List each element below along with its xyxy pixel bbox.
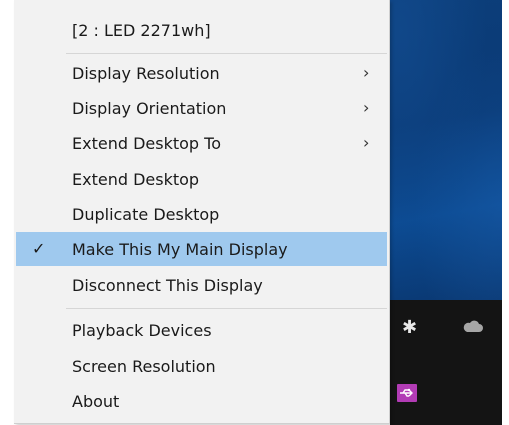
menu-item-display-orientation[interactable]: Display Orientation › [16,91,387,125]
menu-item-label: Duplicate Desktop [72,205,220,224]
menu-item-duplicate-desktop[interactable]: Duplicate Desktop [16,197,387,231]
menu-item-label: About [72,392,120,411]
menu-item-make-main-display[interactable]: ✓ Make This My Main Display [16,232,387,266]
menu-item-label: Extend Desktop [72,170,200,189]
menu-item-label: Make This My Main Display [72,240,288,259]
menu-header-label: [2 : LED 2271wh] [72,21,211,40]
menu-item-screen-resolution[interactable]: Screen Resolution [16,349,387,383]
display-context-menu: [2 : LED 2271wh] Display Resolution › Di… [14,0,390,424]
menu-item-label: Playback Devices [72,321,212,340]
menu-item-extend-desktop-to[interactable]: Extend Desktop To › [16,126,387,160]
desktop-wallpaper-light [390,0,502,300]
checkmark-icon: ✓ [32,239,46,258]
chevron-right-icon: › [363,63,370,82]
menu-item-label: Screen Resolution [72,357,216,376]
onedrive-cloud-icon[interactable] [462,318,484,338]
menu-item-label: Disconnect This Display [72,276,263,295]
chevron-right-icon: › [363,133,370,152]
chevron-right-icon: › [363,98,370,117]
menu-header-display-name: [2 : LED 2271wh] [16,13,387,47]
bluetooth-icon[interactable]: ✱ [402,319,417,337]
menu-separator [66,53,387,54]
menu-item-label: Display Orientation [72,99,227,118]
menu-item-about[interactable]: About [16,384,387,418]
menu-item-label: Display Resolution [72,64,220,83]
screen: ✱ [2 : LED 2271wh] Display Resolution › … [0,0,509,425]
menu-separator [66,308,387,309]
menu-item-disconnect-display[interactable]: Disconnect This Display [16,268,387,302]
menu-item-playback-devices[interactable]: Playback Devices [16,313,387,347]
menu-item-label: Extend Desktop To [72,134,221,153]
usb-display-icon[interactable] [397,384,417,402]
menu-item-display-resolution[interactable]: Display Resolution › [16,56,387,90]
menu-item-extend-desktop[interactable]: Extend Desktop [16,162,387,196]
